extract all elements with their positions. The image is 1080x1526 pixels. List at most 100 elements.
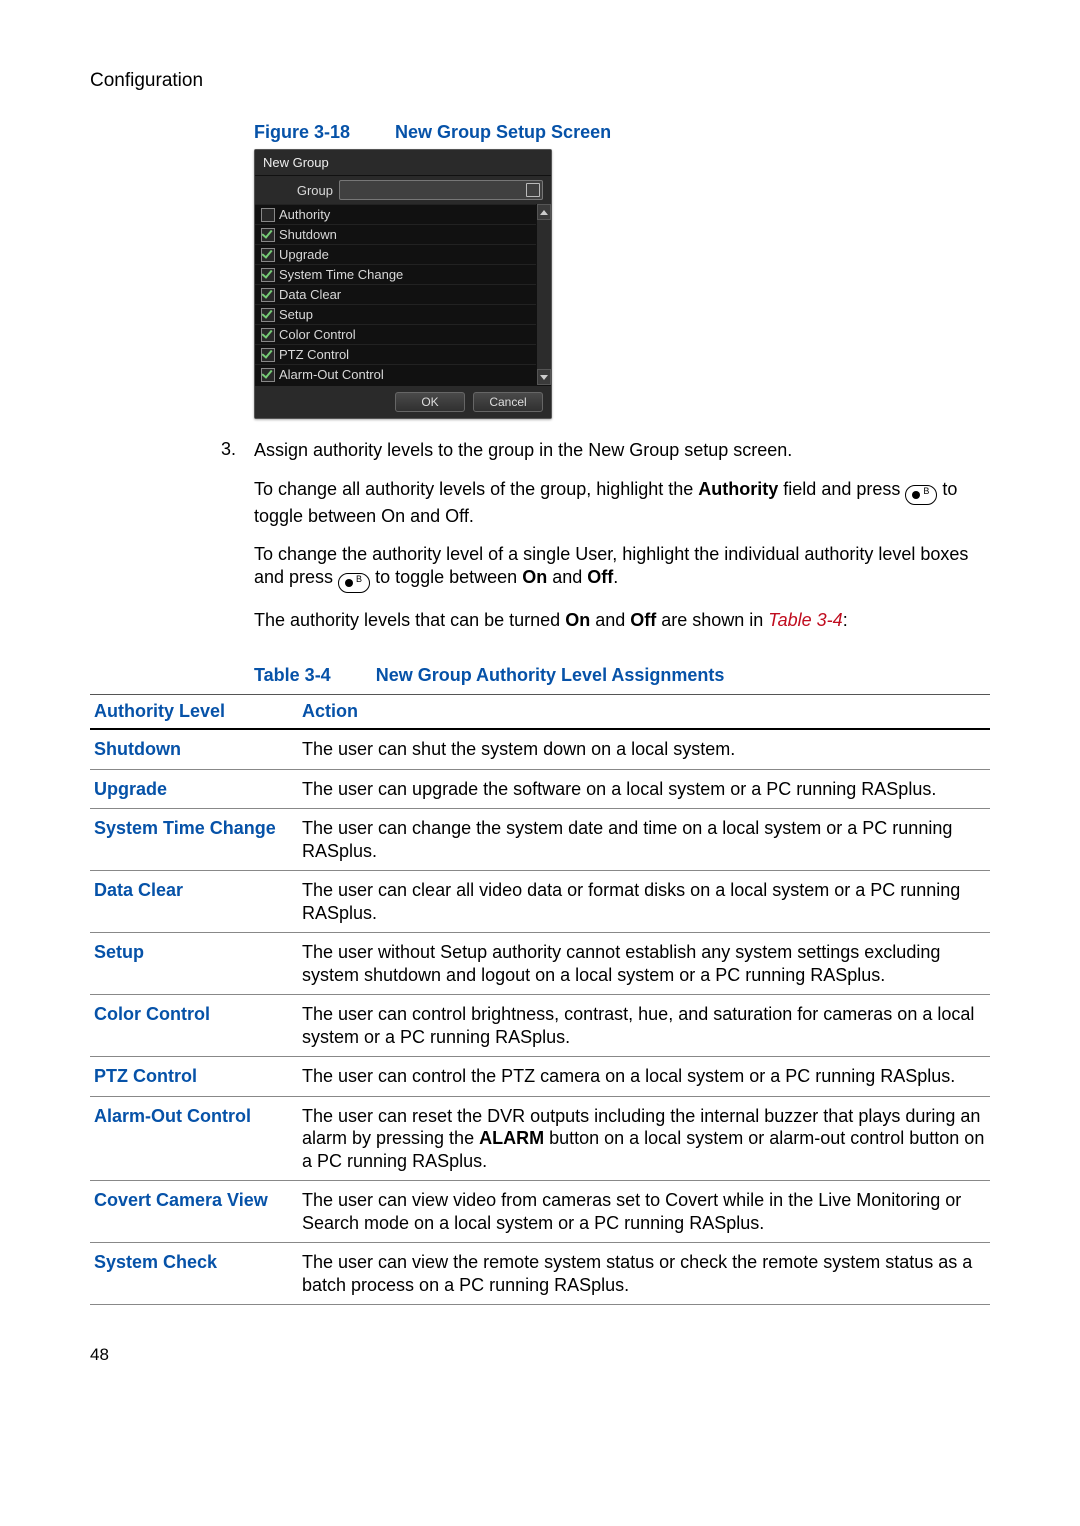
authority-item-label: System Time Change bbox=[279, 267, 403, 282]
authority-item-label: Shutdown bbox=[279, 227, 337, 242]
group-label: Group bbox=[263, 183, 339, 198]
new-group-dialog: New Group Group Authority Shutdown Upgra… bbox=[254, 149, 552, 419]
scroll-up-button[interactable] bbox=[537, 204, 551, 220]
step-text: To change all authority levels of the gr… bbox=[254, 478, 990, 528]
authority-item[interactable]: System Time Change bbox=[255, 264, 551, 284]
checkbox-icon[interactable] bbox=[261, 288, 275, 302]
authority-action-cell: The user can control brightness, contras… bbox=[298, 995, 990, 1057]
step-number: 3. bbox=[90, 439, 236, 647]
text-bold: Off bbox=[630, 610, 656, 630]
figure-caption: Figure 3-18 New Group Setup Screen bbox=[90, 122, 990, 143]
step-text: The authority levels that can be turned … bbox=[254, 609, 990, 632]
table-caption: Table 3-4 New Group Authority Level Assi… bbox=[254, 665, 990, 686]
keyboard-icon[interactable] bbox=[526, 183, 540, 197]
camera-button-icon bbox=[905, 485, 937, 505]
authority-item-label: PTZ Control bbox=[279, 347, 349, 362]
text-bold: On bbox=[522, 567, 547, 587]
camera-button-icon bbox=[338, 573, 370, 593]
text-bold: Off bbox=[587, 567, 613, 587]
authority-level-cell: Covert Camera View bbox=[90, 1181, 298, 1243]
authority-item[interactable]: Upgrade bbox=[255, 244, 551, 264]
text: to toggle between bbox=[375, 567, 522, 587]
authority-level-cell: Alarm-Out Control bbox=[90, 1096, 298, 1181]
authority-action-cell: The user can upgrade the software on a l… bbox=[298, 769, 990, 809]
table-title: New Group Authority Level Assignments bbox=[376, 665, 725, 685]
authority-item[interactable]: PTZ Control bbox=[255, 344, 551, 364]
authority-header[interactable]: Authority bbox=[255, 204, 551, 224]
list-scrollbar[interactable] bbox=[536, 204, 551, 385]
checkbox-icon[interactable] bbox=[261, 268, 275, 282]
text: : bbox=[843, 610, 848, 630]
col-header-level: Authority Level bbox=[90, 695, 298, 730]
table-ref-link[interactable]: Table 3-4 bbox=[768, 610, 842, 630]
table-row: System CheckThe user can view the remote… bbox=[90, 1243, 990, 1305]
text: field and press bbox=[778, 479, 905, 499]
text: . bbox=[613, 567, 618, 587]
table-number: Table 3-4 bbox=[254, 665, 331, 685]
step-text: Assign authority levels to the group in … bbox=[254, 439, 990, 462]
authority-list[interactable]: Authority Shutdown Upgrade System Time C… bbox=[255, 204, 551, 385]
table-row: Color ControlThe user can control bright… bbox=[90, 995, 990, 1057]
group-input[interactable] bbox=[339, 180, 543, 200]
authority-level-cell: PTZ Control bbox=[90, 1057, 298, 1097]
authority-item[interactable]: Setup bbox=[255, 304, 551, 324]
section-title: Configuration bbox=[90, 70, 990, 92]
checkbox-icon[interactable] bbox=[261, 228, 275, 242]
authority-action-cell: The user can view the remote system stat… bbox=[298, 1243, 990, 1305]
authority-header-label: Authority bbox=[279, 207, 330, 222]
authority-item-label: Data Clear bbox=[279, 287, 341, 302]
authority-action-cell: The user can view video from cameras set… bbox=[298, 1181, 990, 1243]
table-row: ShutdownThe user can shut the system dow… bbox=[90, 729, 990, 769]
checkbox-icon[interactable] bbox=[261, 348, 275, 362]
table-row: UpgradeThe user can upgrade the software… bbox=[90, 769, 990, 809]
table-row: Alarm-Out ControlThe user can reset the … bbox=[90, 1096, 990, 1181]
authority-item[interactable]: Alarm-Out Control bbox=[255, 364, 551, 384]
authority-item[interactable]: Shutdown bbox=[255, 224, 551, 244]
text-bold: Authority bbox=[698, 479, 778, 499]
authority-item[interactable]: Data Clear bbox=[255, 284, 551, 304]
checkbox-icon[interactable] bbox=[261, 248, 275, 262]
authority-action-cell: The user without Setup authority cannot … bbox=[298, 933, 990, 995]
table-row: SetupThe user without Setup authority ca… bbox=[90, 933, 990, 995]
table-row: PTZ ControlThe user can control the PTZ … bbox=[90, 1057, 990, 1097]
authority-item-label: Upgrade bbox=[279, 247, 329, 262]
table-row: Data ClearThe user can clear all video d… bbox=[90, 871, 990, 933]
authority-level-cell: Upgrade bbox=[90, 769, 298, 809]
authority-action-cell: The user can control the PTZ camera on a… bbox=[298, 1057, 990, 1097]
authority-level-cell: System Check bbox=[90, 1243, 298, 1305]
figure-number: Figure 3-18 bbox=[254, 122, 350, 142]
text: To change all authority levels of the gr… bbox=[254, 479, 698, 499]
checkbox-icon[interactable] bbox=[261, 308, 275, 322]
table-row: Covert Camera ViewThe user can view vide… bbox=[90, 1181, 990, 1243]
authority-action-cell: The user can clear all video data or for… bbox=[298, 871, 990, 933]
table-row: System Time ChangeThe user can change th… bbox=[90, 809, 990, 871]
authority-item[interactable]: Color Control bbox=[255, 324, 551, 344]
checkbox-icon[interactable] bbox=[261, 328, 275, 342]
authority-level-cell: Color Control bbox=[90, 995, 298, 1057]
text: and bbox=[590, 610, 630, 630]
figure-title: New Group Setup Screen bbox=[395, 122, 611, 142]
scroll-down-button[interactable] bbox=[537, 369, 551, 385]
authority-action-cell: The user can change the system date and … bbox=[298, 809, 990, 871]
authority-level-cell: System Time Change bbox=[90, 809, 298, 871]
checkbox-icon[interactable] bbox=[261, 208, 275, 222]
text: The authority levels that can be turned bbox=[254, 610, 565, 630]
authority-level-cell: Setup bbox=[90, 933, 298, 995]
text-bold: On bbox=[565, 610, 590, 630]
text: are shown in bbox=[656, 610, 768, 630]
col-header-action: Action bbox=[298, 695, 990, 730]
cancel-button[interactable]: Cancel bbox=[473, 392, 543, 412]
text: and bbox=[547, 567, 587, 587]
step-text: To change the authority level of a singl… bbox=[254, 543, 990, 593]
page-number: 48 bbox=[90, 1345, 990, 1365]
authority-item-label: Color Control bbox=[279, 327, 356, 342]
authority-level-cell: Data Clear bbox=[90, 871, 298, 933]
ok-button[interactable]: OK bbox=[395, 392, 465, 412]
authority-level-cell: Shutdown bbox=[90, 729, 298, 769]
checkbox-icon[interactable] bbox=[261, 368, 275, 382]
dialog-title: New Group bbox=[255, 150, 551, 175]
authority-action-cell: The user can reset the DVR outputs inclu… bbox=[298, 1096, 990, 1181]
authority-item-label: Setup bbox=[279, 307, 313, 322]
authority-table: Authority Level Action ShutdownThe user … bbox=[90, 694, 990, 1305]
authority-action-cell: The user can shut the system down on a l… bbox=[298, 729, 990, 769]
